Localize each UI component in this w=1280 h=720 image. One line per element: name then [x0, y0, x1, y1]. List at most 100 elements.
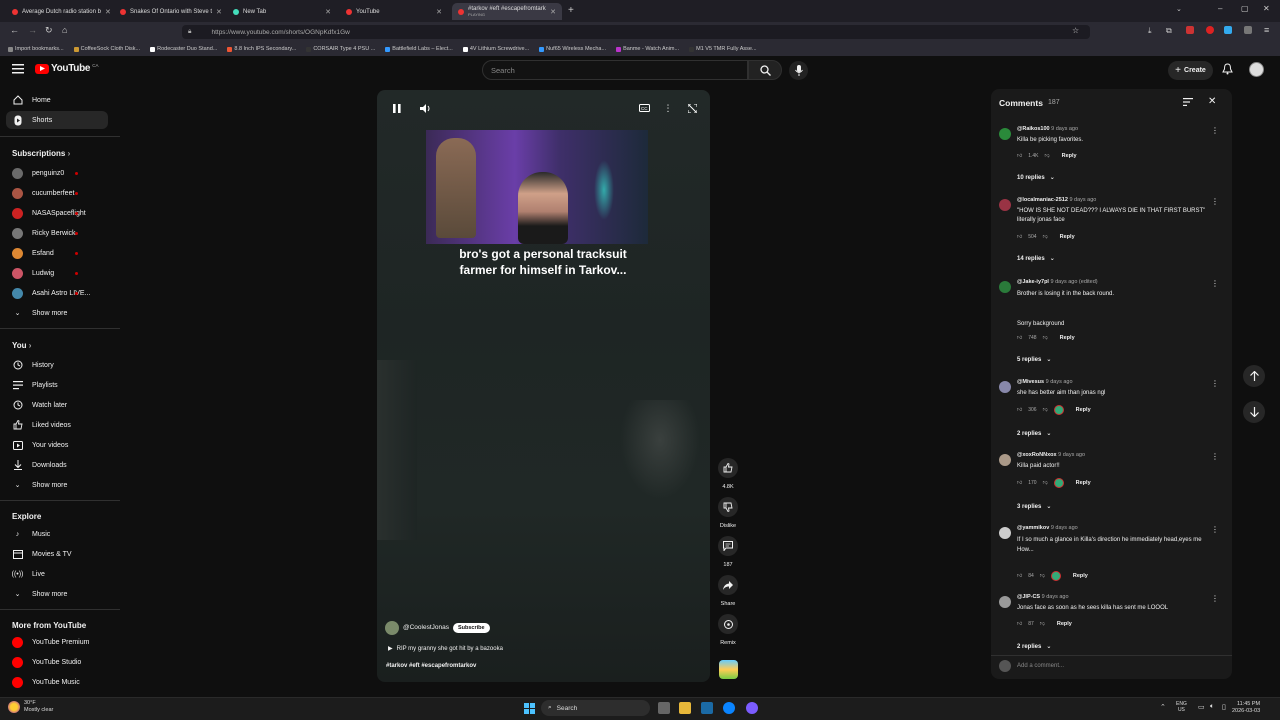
hamburger-menu-icon[interactable] [12, 64, 24, 74]
commenter-avatar[interactable] [999, 128, 1011, 140]
url-bar[interactable]: 🔒︎ https://www.youtube.com/shorts/OGNpKdf… [182, 25, 1090, 39]
comment-author[interactable]: @JIP-CS 9 days ago [1017, 594, 1069, 600]
view-replies-button[interactable]: 2 replies ⌄ [1017, 643, 1051, 651]
next-short-button[interactable] [1243, 401, 1265, 423]
tab-list-icon[interactable]: ⌄ [1176, 5, 1182, 13]
thumbs-up-icon[interactable]: 👍︎ [1017, 407, 1022, 413]
bookmark-item[interactable]: 8.8 Inch IPS Secondary... [227, 46, 296, 52]
comment-author[interactable]: @Mivesus 9 days ago [1017, 379, 1073, 385]
network-icon[interactable]: ▭ [1198, 703, 1205, 711]
thumbs-down-icon[interactable]: 👎︎ [1040, 621, 1045, 627]
thumbs-down-icon[interactable]: 👎︎ [1043, 480, 1048, 486]
reply-button[interactable]: Reply [1076, 407, 1091, 413]
bookmark-item[interactable]: M1 V5 TMR Fully Asse... [689, 46, 757, 52]
pause-icon[interactable] [390, 101, 404, 115]
comment-menu-icon[interactable]: ⋮ [1211, 594, 1219, 603]
commenter-avatar[interactable] [999, 596, 1011, 608]
avatar[interactable] [1249, 62, 1264, 77]
comment-menu-icon[interactable]: ⋮ [1211, 279, 1219, 288]
thumbs-down-icon[interactable]: 👎︎ [1045, 153, 1050, 159]
thumbs-up-icon[interactable]: 👍︎ [1017, 153, 1022, 159]
sidebar-item-channel[interactable]: Esfand [6, 244, 108, 262]
video-hashtags[interactable]: #tarkov #eft #escapefromtarkov [386, 663, 476, 669]
close-tab-icon[interactable]: ✕ [105, 8, 110, 16]
taskbar-search[interactable]: ⌕ Search [541, 700, 650, 716]
voice-search-button[interactable] [789, 61, 808, 80]
extension-icon[interactable] [1206, 26, 1214, 34]
sidebar-item-your-videos[interactable]: Your videos [6, 436, 108, 454]
comment-author[interactable]: @xoxRoNNxox 9 days ago [1017, 452, 1085, 458]
fullscreen-icon[interactable] [685, 101, 699, 115]
bookmark-item[interactable]: Import bookmarks... [8, 46, 64, 52]
view-replies-button[interactable]: 2 replies ⌄ [1017, 430, 1051, 438]
notifications-bell-icon[interactable] [1222, 63, 1233, 75]
sidebar-item-movies[interactable]: Movies & TV [6, 545, 108, 563]
close-tab-icon[interactable]: ✕ [216, 8, 222, 16]
bookmark-item[interactable]: 4V Lithium Screwdrive... [462, 46, 529, 52]
comment-menu-icon[interactable]: ⋮ [1211, 126, 1219, 135]
view-replies-button[interactable]: 14 replies ⌄ [1017, 255, 1055, 263]
bookmark-item[interactable]: CoffeeSock Cloth Disk... [73, 46, 140, 52]
comment-menu-icon[interactable]: ⋮ [1211, 525, 1219, 534]
sidebar-item-home[interactable]: Home [6, 91, 108, 109]
browser-tab[interactable]: New Tab ✕ [227, 3, 337, 20]
commenter-avatar[interactable] [999, 381, 1011, 393]
tray-overflow-icon[interactable]: ⌃ [1160, 703, 1166, 711]
battery-icon[interactable]: ▯ [1222, 703, 1226, 711]
sidebar-item-history[interactable]: History [6, 356, 108, 374]
browser-tab[interactable]: Snakes Of Ontario with Steve t ✕ [114, 3, 224, 20]
extension-icon[interactable] [1186, 26, 1194, 34]
sidebar-item-downloads[interactable]: Downloads [6, 456, 108, 474]
thumbs-up-icon[interactable]: 👍︎ [1017, 573, 1022, 579]
previous-short-button[interactable] [1243, 365, 1265, 387]
reply-button[interactable]: Reply [1057, 621, 1072, 627]
subscriptions-heading[interactable]: Subscriptions › [12, 149, 70, 158]
sound-thumbnail[interactable] [719, 660, 738, 679]
bookmark-item[interactable]: CORSAIR Type 4 PSU ... [306, 46, 375, 52]
reply-button[interactable]: Reply [1073, 573, 1088, 579]
bookmark-item[interactable]: Nuf65 Wireless Mecha... [539, 46, 606, 52]
captions-icon[interactable]: CC [637, 101, 651, 115]
volume-icon[interactable] [418, 101, 432, 115]
maximize-icon[interactable]: ▢ [1241, 4, 1249, 13]
reply-button[interactable]: Reply [1060, 234, 1075, 240]
sidebar-item-youtube-premium[interactable]: YouTube Premium [6, 633, 108, 651]
close-window-icon[interactable]: ✕ [1263, 4, 1270, 13]
thumbs-up-icon[interactable]: 👍︎ [1017, 621, 1022, 627]
sidebar-item-music[interactable]: ♪ Music [6, 525, 108, 543]
extension-icon[interactable] [1224, 26, 1232, 34]
sidebar-item-channel[interactable]: Ricky Berwick [6, 224, 108, 242]
new-tab-icon[interactable]: + [568, 5, 574, 16]
language-indicator[interactable]: ENG US [1176, 701, 1187, 713]
weather-widget[interactable]: 30°F Mostly clear [8, 700, 53, 714]
thumbs-down-icon[interactable]: 👎︎ [1043, 407, 1048, 413]
search-button[interactable] [748, 60, 782, 80]
close-tab-icon[interactable]: ✕ [550, 8, 556, 16]
sidebar-item-playlists[interactable]: Playlists [6, 376, 108, 394]
sidebar-item-channel[interactable]: penguinz0 [6, 164, 108, 182]
thumbs-up-icon[interactable]: 👍︎ [1017, 335, 1022, 341]
browser-tab-active[interactable]: #tarkov #eft #escapefromtark PLAYING ✕ [452, 3, 562, 20]
thumbs-down-icon[interactable]: 👎︎ [1040, 573, 1045, 579]
steam-icon[interactable] [701, 702, 713, 714]
system-clock[interactable]: 11:45 PM 2026-03-03 [1232, 701, 1260, 715]
bookmark-item[interactable]: Banme - Watch Anim... [616, 46, 679, 52]
close-tab-icon[interactable]: ✕ [325, 8, 331, 16]
back-icon[interactable]: ← [10, 25, 19, 35]
comment-author[interactable]: @Jake-iy7pl 9 days ago (edited) [1017, 279, 1098, 285]
extension-icon[interactable] [1244, 26, 1252, 34]
reply-button[interactable]: Reply [1060, 335, 1075, 341]
close-tab-icon[interactable]: ✕ [436, 8, 442, 16]
show-more-you[interactable]: ⌄ Show more [6, 476, 108, 494]
youtube-logo[interactable]: YouTube CA [35, 63, 98, 74]
thumbs-down-icon[interactable]: 👎︎ [1043, 335, 1048, 341]
sidebar-item-live[interactable]: ((•)) Live [6, 565, 108, 583]
browser-taskbar-icon[interactable] [723, 702, 735, 714]
close-comments-icon[interactable]: ✕ [1208, 96, 1216, 107]
commenter-avatar[interactable] [999, 281, 1011, 293]
bookmark-item[interactable]: Battlefield Labs – Elect... [385, 46, 453, 52]
task-view-icon[interactable] [658, 702, 670, 714]
dislike-button[interactable] [718, 497, 738, 517]
sidebar-item-youtube-music[interactable]: YouTube Music [6, 673, 108, 691]
more-options-icon[interactable]: ⋮ [661, 101, 675, 115]
